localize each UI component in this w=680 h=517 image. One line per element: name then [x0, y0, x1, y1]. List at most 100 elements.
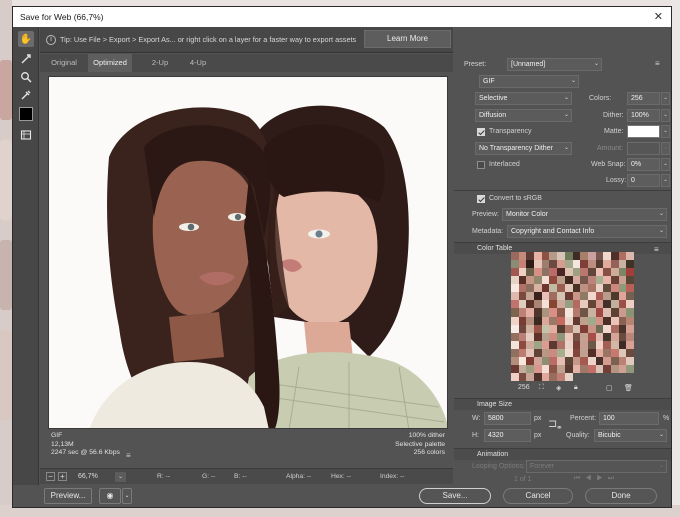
- web-snap-dropdown-chevron-icon[interactable]: ⌄: [661, 158, 670, 171]
- color-swatch[interactable]: [572, 300, 581, 309]
- color-swatch[interactable]: [587, 308, 596, 317]
- color-swatch[interactable]: [572, 292, 581, 301]
- color-swatch[interactable]: [557, 276, 565, 285]
- matte-color-swatch[interactable]: [627, 125, 660, 138]
- color-swatch[interactable]: [541, 356, 550, 365]
- color-swatch[interactable]: [595, 316, 604, 325]
- color-swatch[interactable]: [518, 292, 527, 301]
- color-swatch[interactable]: [534, 356, 542, 365]
- metadata-dropdown[interactable]: Copyright and Contact Info ⌄: [507, 225, 667, 238]
- zoom-in-button[interactable]: +: [58, 472, 67, 481]
- color-swatch[interactable]: [557, 332, 565, 341]
- color-swatch[interactable]: [541, 292, 550, 301]
- color-swatch[interactable]: [526, 284, 535, 293]
- color-swatch[interactable]: [610, 308, 619, 317]
- color-swatch[interactable]: [603, 332, 611, 341]
- color-swatch[interactable]: [534, 300, 542, 309]
- color-swatch[interactable]: [595, 356, 604, 365]
- color-swatch[interactable]: [557, 356, 565, 365]
- color-swatch[interactable]: [572, 284, 581, 293]
- color-swatch[interactable]: [526, 364, 535, 373]
- color-swatch[interactable]: [557, 340, 565, 349]
- color-swatch[interactable]: [595, 324, 604, 333]
- color-swatch[interactable]: [534, 252, 542, 261]
- color-swatch[interactable]: [603, 364, 611, 373]
- color-swatch[interactable]: [541, 340, 550, 349]
- color-swatch[interactable]: [610, 340, 619, 349]
- dither-field[interactable]: 100%: [627, 109, 660, 122]
- color-swatch[interactable]: [603, 348, 611, 357]
- color-swatch[interactable]: [610, 252, 619, 261]
- color-swatch[interactable]: [526, 260, 535, 269]
- color-swatch[interactable]: [541, 372, 550, 381]
- color-swatch[interactable]: [618, 260, 627, 269]
- color-swatch[interactable]: [618, 300, 627, 309]
- color-swatch[interactable]: [518, 332, 527, 341]
- color-swatch[interactable]: [518, 284, 527, 293]
- web-snap-field[interactable]: 0%: [627, 158, 660, 171]
- color-swatch[interactable]: [587, 268, 596, 277]
- color-swatch[interactable]: [572, 356, 581, 365]
- color-swatch[interactable]: [541, 276, 550, 285]
- color-swatch[interactable]: [610, 260, 619, 269]
- color-swatch[interactable]: [618, 356, 627, 365]
- color-swatch[interactable]: [618, 340, 627, 349]
- color-swatch[interactable]: [610, 348, 619, 357]
- color-swatch[interactable]: [564, 300, 573, 309]
- color-swatch[interactable]: [595, 348, 604, 357]
- color-swatch[interactable]: [626, 340, 634, 349]
- color-swatch[interactable]: [580, 316, 588, 325]
- color-swatch[interactable]: [580, 252, 588, 261]
- color-swatch[interactable]: [564, 356, 573, 365]
- color-swatch[interactable]: [587, 292, 596, 301]
- color-swatch[interactable]: [595, 332, 604, 341]
- color-swatch[interactable]: [549, 364, 558, 373]
- color-swatch[interactable]: [526, 308, 535, 317]
- color-swatch[interactable]: [511, 284, 519, 293]
- color-swatch[interactable]: [603, 340, 611, 349]
- color-swatch[interactable]: [572, 316, 581, 325]
- color-swatch[interactable]: [557, 252, 565, 261]
- color-swatch[interactable]: [549, 324, 558, 333]
- color-swatch[interactable]: [511, 356, 519, 365]
- dither-algorithm-dropdown[interactable]: Diffusion ⌄: [475, 109, 572, 122]
- color-swatch[interactable]: [564, 260, 573, 269]
- color-swatch[interactable]: [626, 348, 634, 357]
- color-swatch[interactable]: [587, 300, 596, 309]
- color-swatch[interactable]: [572, 252, 581, 261]
- color-swatch[interactable]: [541, 316, 550, 325]
- lossy-dropdown-chevron-icon[interactable]: ⌄: [661, 174, 670, 187]
- color-swatch[interactable]: [564, 364, 573, 373]
- color-swatch[interactable]: [549, 276, 558, 285]
- color-swatch[interactable]: [610, 284, 619, 293]
- cancel-button[interactable]: Cancel: [503, 488, 573, 504]
- color-swatch[interactable]: [572, 348, 581, 357]
- color-swatch[interactable]: [572, 324, 581, 333]
- color-swatch[interactable]: [580, 300, 588, 309]
- color-swatch[interactable]: [534, 324, 542, 333]
- color-swatch[interactable]: [557, 316, 565, 325]
- color-swatch[interactable]: [549, 308, 558, 317]
- color-swatch[interactable]: [541, 300, 550, 309]
- color-swatch[interactable]: [526, 348, 535, 357]
- color-swatch[interactable]: [541, 268, 550, 277]
- color-swatch[interactable]: [580, 356, 588, 365]
- color-table-grid[interactable]: [511, 252, 634, 381]
- color-swatch[interactable]: [518, 340, 527, 349]
- color-swatch[interactable]: [580, 292, 588, 301]
- color-swatch[interactable]: [587, 276, 596, 285]
- color-swatch[interactable]: [511, 372, 519, 381]
- color-swatch[interactable]: [580, 340, 588, 349]
- color-swatch[interactable]: [603, 260, 611, 269]
- color-swatch[interactable]: [580, 276, 588, 285]
- color-swatch[interactable]: [595, 308, 604, 317]
- color-swatch[interactable]: [518, 324, 527, 333]
- color-swatch[interactable]: [549, 340, 558, 349]
- color-swatch[interactable]: [626, 308, 634, 317]
- color-swatch[interactable]: [610, 276, 619, 285]
- color-swatch[interactable]: [549, 284, 558, 293]
- color-swatch[interactable]: [626, 300, 634, 309]
- optimize-menu-icon[interactable]: ≡: [655, 59, 660, 68]
- color-swatch[interactable]: [572, 364, 581, 373]
- color-swatch[interactable]: [587, 332, 596, 341]
